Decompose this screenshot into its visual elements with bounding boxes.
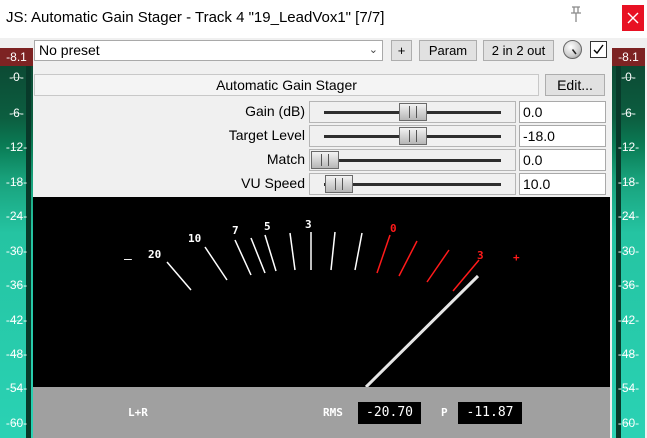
meter-tick: -24- xyxy=(612,209,645,223)
enable-checkbox[interactable] xyxy=(590,41,607,58)
title-bar: JS: Automatic Gain Stager - Track 4 "19_… xyxy=(0,0,647,38)
rms-readout: -20.70 xyxy=(358,402,421,424)
vu-scale-label: 10 xyxy=(188,232,201,245)
vu-tick xyxy=(250,237,266,274)
vu-tick xyxy=(398,240,418,277)
preset-value: No preset xyxy=(39,42,100,58)
edit-button[interactable]: Edit... xyxy=(545,74,605,96)
channel-label: L+R xyxy=(128,406,148,419)
meter-tick: -42- xyxy=(612,313,645,327)
slider-thumb[interactable] xyxy=(398,103,427,121)
vu-scale-label: 20 xyxy=(148,248,161,261)
slider-groove xyxy=(324,159,501,162)
slider-thumb[interactable] xyxy=(398,127,427,145)
vu-tick xyxy=(426,249,450,283)
gain-value-field[interactable]: 0.0 xyxy=(519,101,606,123)
vu-tick xyxy=(264,234,277,272)
gain-slider[interactable] xyxy=(309,101,516,123)
param-label-gain: Gain (dB) xyxy=(245,103,305,119)
meter-tick: -48- xyxy=(612,347,645,361)
meter-tick: -24- xyxy=(0,209,33,223)
wet-knob[interactable] xyxy=(563,40,582,59)
io-pins-button[interactable]: 2 in 2 out xyxy=(483,40,554,61)
param-label-target-level: Target Level xyxy=(228,127,305,143)
meter-tick: -30- xyxy=(0,244,33,258)
match-value-field[interactable]: 0.0 xyxy=(519,149,606,171)
peak-readout[interactable]: -8.1 xyxy=(0,48,33,66)
target-level-value-field[interactable]: -18.0 xyxy=(519,125,606,147)
vu-speed-slider[interactable] xyxy=(309,173,516,195)
vu-tick xyxy=(166,261,192,291)
input-level-meter: -8.1 -0- -6- -12- -18- -24- -30- -36- -4… xyxy=(0,38,33,438)
vu-needle xyxy=(364,274,480,389)
meter-tick: -18- xyxy=(0,175,33,189)
meter-tick: -12- xyxy=(0,140,33,154)
peak-value-readout: -11.87 xyxy=(458,402,522,424)
pin-icon[interactable] xyxy=(566,4,586,26)
peak-readout[interactable]: -8.1 xyxy=(612,48,645,66)
vu-tick xyxy=(234,239,252,276)
param-label-vu-speed: VU Speed xyxy=(241,175,305,191)
param-label-match: Match xyxy=(266,151,305,167)
meter-tick: -36- xyxy=(0,278,33,292)
meter-tick: -0- xyxy=(0,70,33,84)
meter-tick: -42- xyxy=(0,313,33,327)
checkmark-icon xyxy=(593,44,604,55)
vu-tick xyxy=(289,232,296,271)
slider-thumb[interactable] xyxy=(325,175,353,193)
meter-tick: -48- xyxy=(0,347,33,361)
add-preset-button[interactable]: + xyxy=(391,40,412,61)
meter-tick: -36- xyxy=(612,278,645,292)
vu-tick xyxy=(204,246,228,281)
vu-scale-label: + xyxy=(513,251,520,264)
match-slider[interactable] xyxy=(309,149,516,171)
vu-tick xyxy=(354,232,363,271)
meter-tick: -30- xyxy=(612,244,645,258)
meter-tick: -54- xyxy=(0,381,33,395)
meter-tick: -54- xyxy=(612,381,645,395)
meter-tick: -60- xyxy=(0,416,33,430)
peak-label: P xyxy=(441,406,448,419)
vu-scale-label: – xyxy=(124,252,132,267)
meter-tick: -0- xyxy=(612,70,645,84)
meter-tick: -18- xyxy=(612,175,645,189)
vu-scale-label: 3 xyxy=(477,249,484,262)
slider-thumb[interactable] xyxy=(311,151,339,169)
vu-speed-value-field[interactable]: 10.0 xyxy=(519,173,606,195)
vu-scale-label: 7 xyxy=(232,224,239,237)
vu-tick xyxy=(376,234,391,274)
close-button[interactable] xyxy=(622,5,644,31)
meter-tick: -6- xyxy=(612,106,645,120)
rms-label: RMS xyxy=(323,406,343,419)
vu-scale-label: 0 xyxy=(390,222,397,235)
chevron-down-icon: ⌄ xyxy=(368,44,378,56)
meter-tick: -6- xyxy=(0,106,33,120)
vu-tick xyxy=(330,231,336,271)
preset-dropdown[interactable]: No preset ⌄ xyxy=(34,40,383,61)
param-button[interactable]: Param xyxy=(419,40,477,61)
close-icon xyxy=(627,12,639,24)
vu-scale-label: 5 xyxy=(264,220,271,233)
output-level-meter: -8.1 -0- -6- -12- -18- -24- -30- -36- -4… xyxy=(612,38,645,438)
window-title: JS: Automatic Gain Stager - Track 4 "19_… xyxy=(6,9,385,26)
meter-tick: -60- xyxy=(612,416,645,430)
vu-footer xyxy=(33,387,610,438)
vu-scale-label: 3 xyxy=(305,218,312,231)
target-level-slider[interactable] xyxy=(309,125,516,147)
effect-name: Automatic Gain Stager xyxy=(34,74,539,96)
meter-tick: -12- xyxy=(612,140,645,154)
